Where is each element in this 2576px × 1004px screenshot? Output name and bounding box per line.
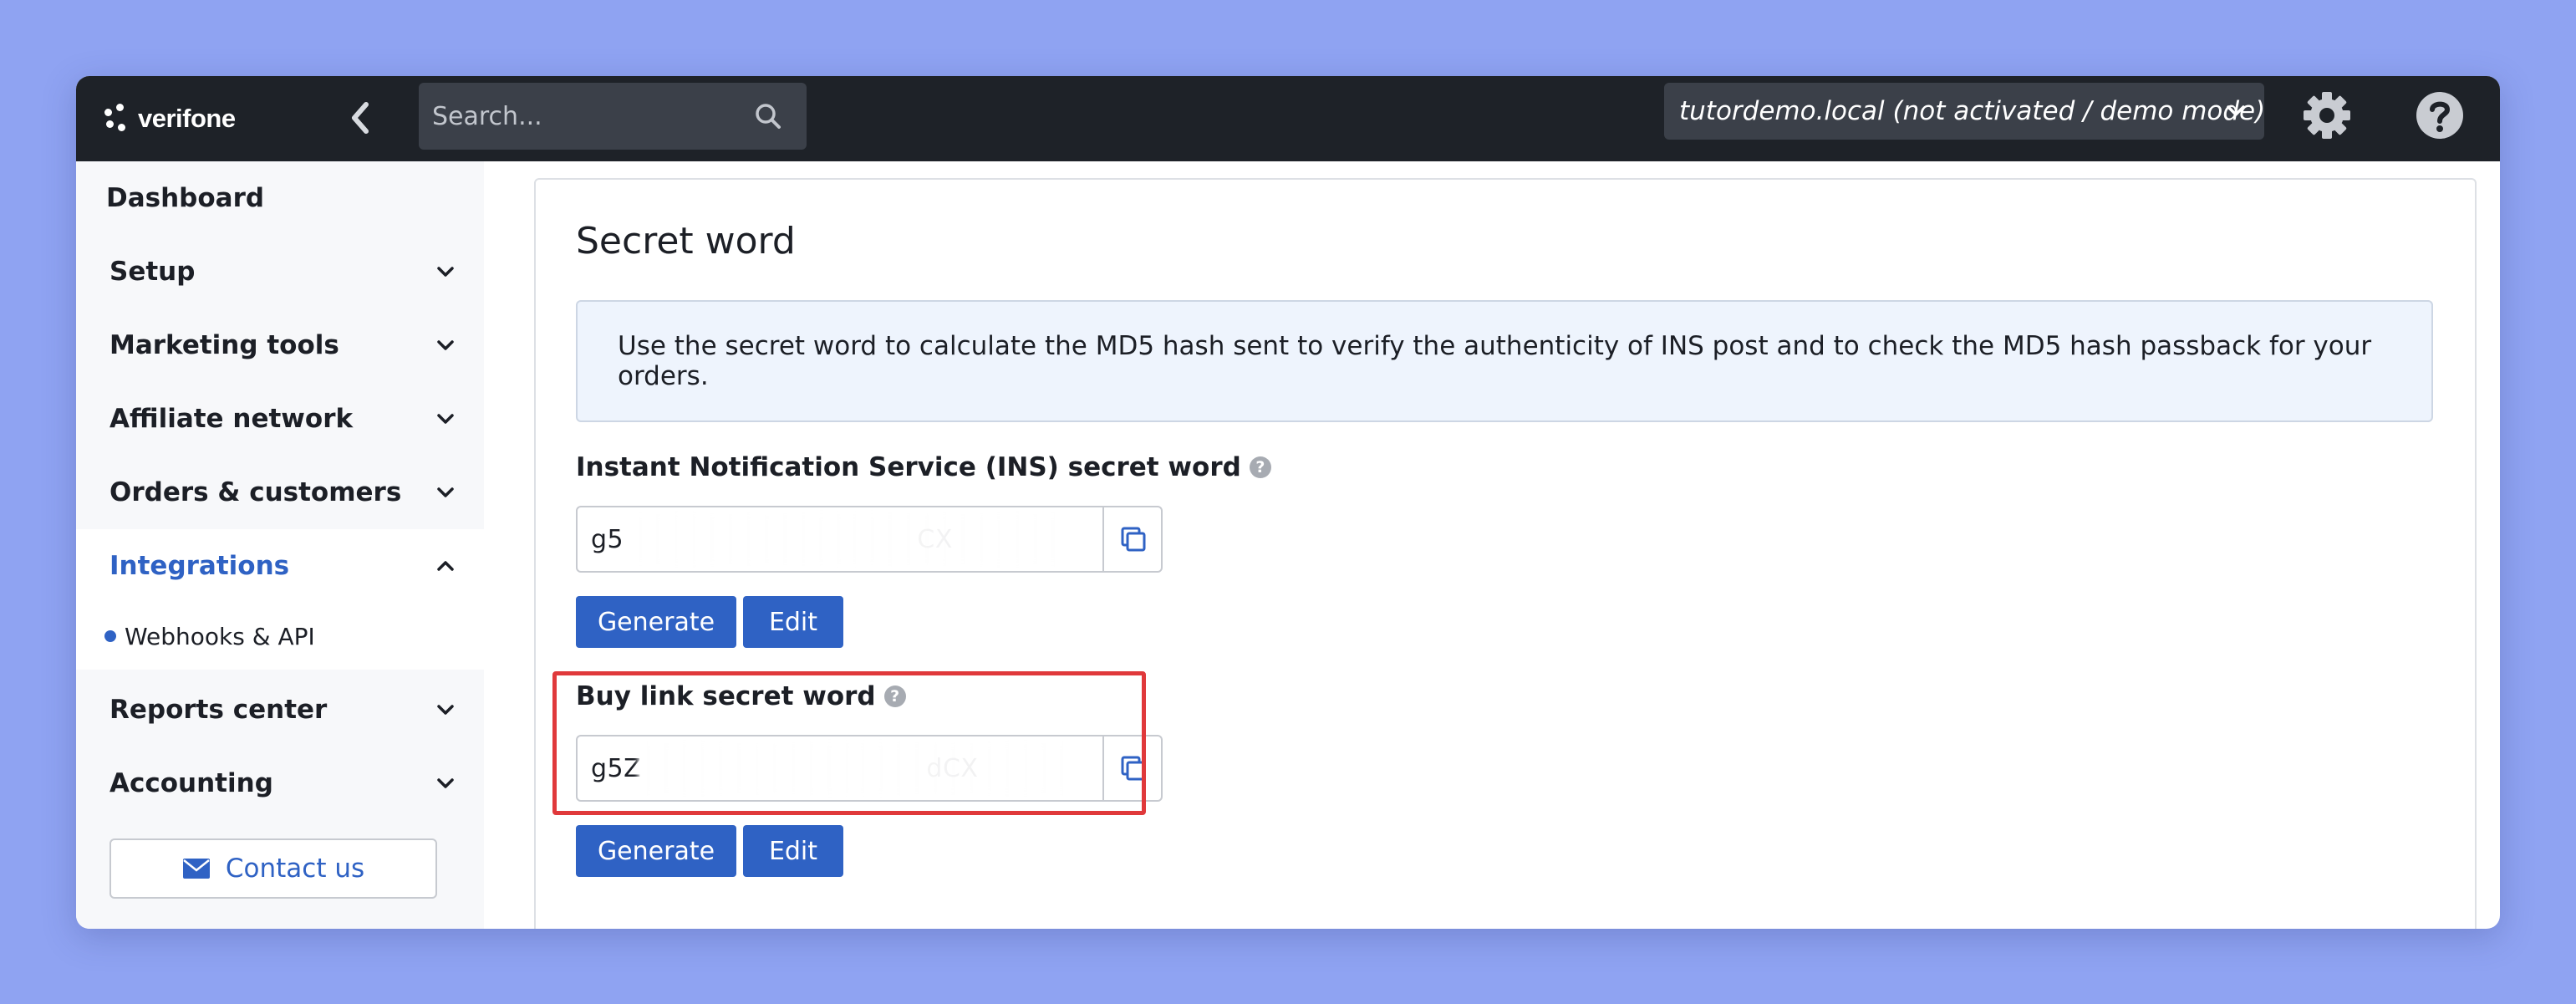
main-panel: Secret word Use the secret word to calcu…: [534, 178, 2477, 929]
sidebar-item-label: Marketing tools: [109, 330, 339, 360]
search-box: [419, 83, 807, 150]
sidebar-item-reports-center[interactable]: Reports center: [76, 673, 484, 747]
collapse-sidebar-button[interactable]: [337, 94, 384, 141]
chevron-down-icon: [437, 487, 454, 497]
sidebar-item-setup[interactable]: Setup: [76, 235, 484, 308]
search-icon[interactable]: [753, 101, 783, 131]
sidebar-item-label: Setup: [109, 257, 196, 287]
ins-edit-button[interactable]: Edit: [743, 596, 843, 648]
redaction-blur: [629, 514, 1064, 564]
sidebar-item-label: Reports center: [109, 695, 328, 725]
chevron-down-icon: [437, 778, 454, 788]
ins-secret-label-text: Instant Notification Service (INS) secre…: [576, 452, 1241, 482]
brand-logo[interactable]: verifone: [103, 98, 236, 140]
contact-us-label: Contact us: [225, 854, 365, 884]
sidebar-item-accounting[interactable]: Accounting: [76, 747, 484, 820]
chevron-down-icon: [2227, 105, 2245, 116]
sidebar-item-label: Accounting: [109, 768, 273, 798]
copy-icon: [1121, 527, 1146, 552]
sidebar-subitem-label: Webhooks & API: [125, 622, 315, 650]
envelope-icon: [182, 859, 210, 879]
sidebar: Dashboard Setup Marketing tools Affiliat…: [76, 161, 484, 929]
chevron-up-icon: [437, 561, 454, 571]
sidebar-item-marketing-tools[interactable]: Marketing tools: [76, 308, 484, 382]
logo-dots-icon: [103, 104, 131, 134]
info-text: Use the secret word to calculate the MD5…: [618, 331, 2372, 391]
help-tooltip-icon[interactable]: ?: [1249, 456, 1271, 478]
sidebar-item-dashboard[interactable]: Dashboard: [76, 161, 484, 235]
chevron-down-icon: [437, 705, 454, 715]
buylink-generate-button[interactable]: Generate: [576, 825, 736, 877]
search-input[interactable]: [432, 83, 741, 150]
app-window: verifone tutordemo.local (not activated …: [76, 76, 2500, 929]
ins-secret-field: [576, 506, 1163, 573]
buylink-edit-button[interactable]: Edit: [743, 825, 843, 877]
gear-icon[interactable]: [2299, 88, 2355, 143]
sidebar-subitem-webhooks-api[interactable]: Webhooks & API: [76, 603, 484, 670]
chevron-left-icon: [352, 102, 369, 134]
ins-generate-button[interactable]: Generate: [576, 596, 736, 648]
top-bar: verifone tutordemo.local (not activated …: [76, 76, 2500, 161]
chevron-down-icon: [437, 267, 454, 277]
ins-copy-button[interactable]: [1102, 507, 1163, 571]
sidebar-item-orders-customers[interactable]: Orders & customers: [76, 456, 484, 529]
site-selector[interactable]: tutordemo.local (not activated / demo mo…: [1664, 83, 2266, 140]
page-title: Secret word: [576, 220, 796, 262]
active-bullet-icon: [104, 630, 116, 642]
sidebar-item-label: Affiliate network: [109, 404, 354, 434]
sidebar-item-integrations[interactable]: Integrations: [76, 529, 484, 603]
brand-name: verifone: [138, 104, 236, 133]
help-icon[interactable]: [2412, 88, 2467, 143]
sidebar-item-affiliate-network[interactable]: Affiliate network: [76, 382, 484, 456]
site-selector-label: tutordemo.local (not activated / demo mo…: [1679, 96, 2266, 126]
ins-secret-label: Instant Notification Service (INS) secre…: [576, 452, 1271, 482]
highlight-annotation: [552, 671, 1146, 815]
info-box: Use the secret word to calculate the MD5…: [576, 300, 2433, 422]
contact-us-button[interactable]: Contact us: [109, 838, 437, 899]
sidebar-item-label: Dashboard: [106, 183, 265, 213]
chevron-down-icon: [437, 340, 454, 350]
chevron-down-icon: [437, 414, 454, 424]
sidebar-item-label: Integrations: [109, 551, 290, 581]
sidebar-item-label: Orders & customers: [109, 477, 402, 507]
